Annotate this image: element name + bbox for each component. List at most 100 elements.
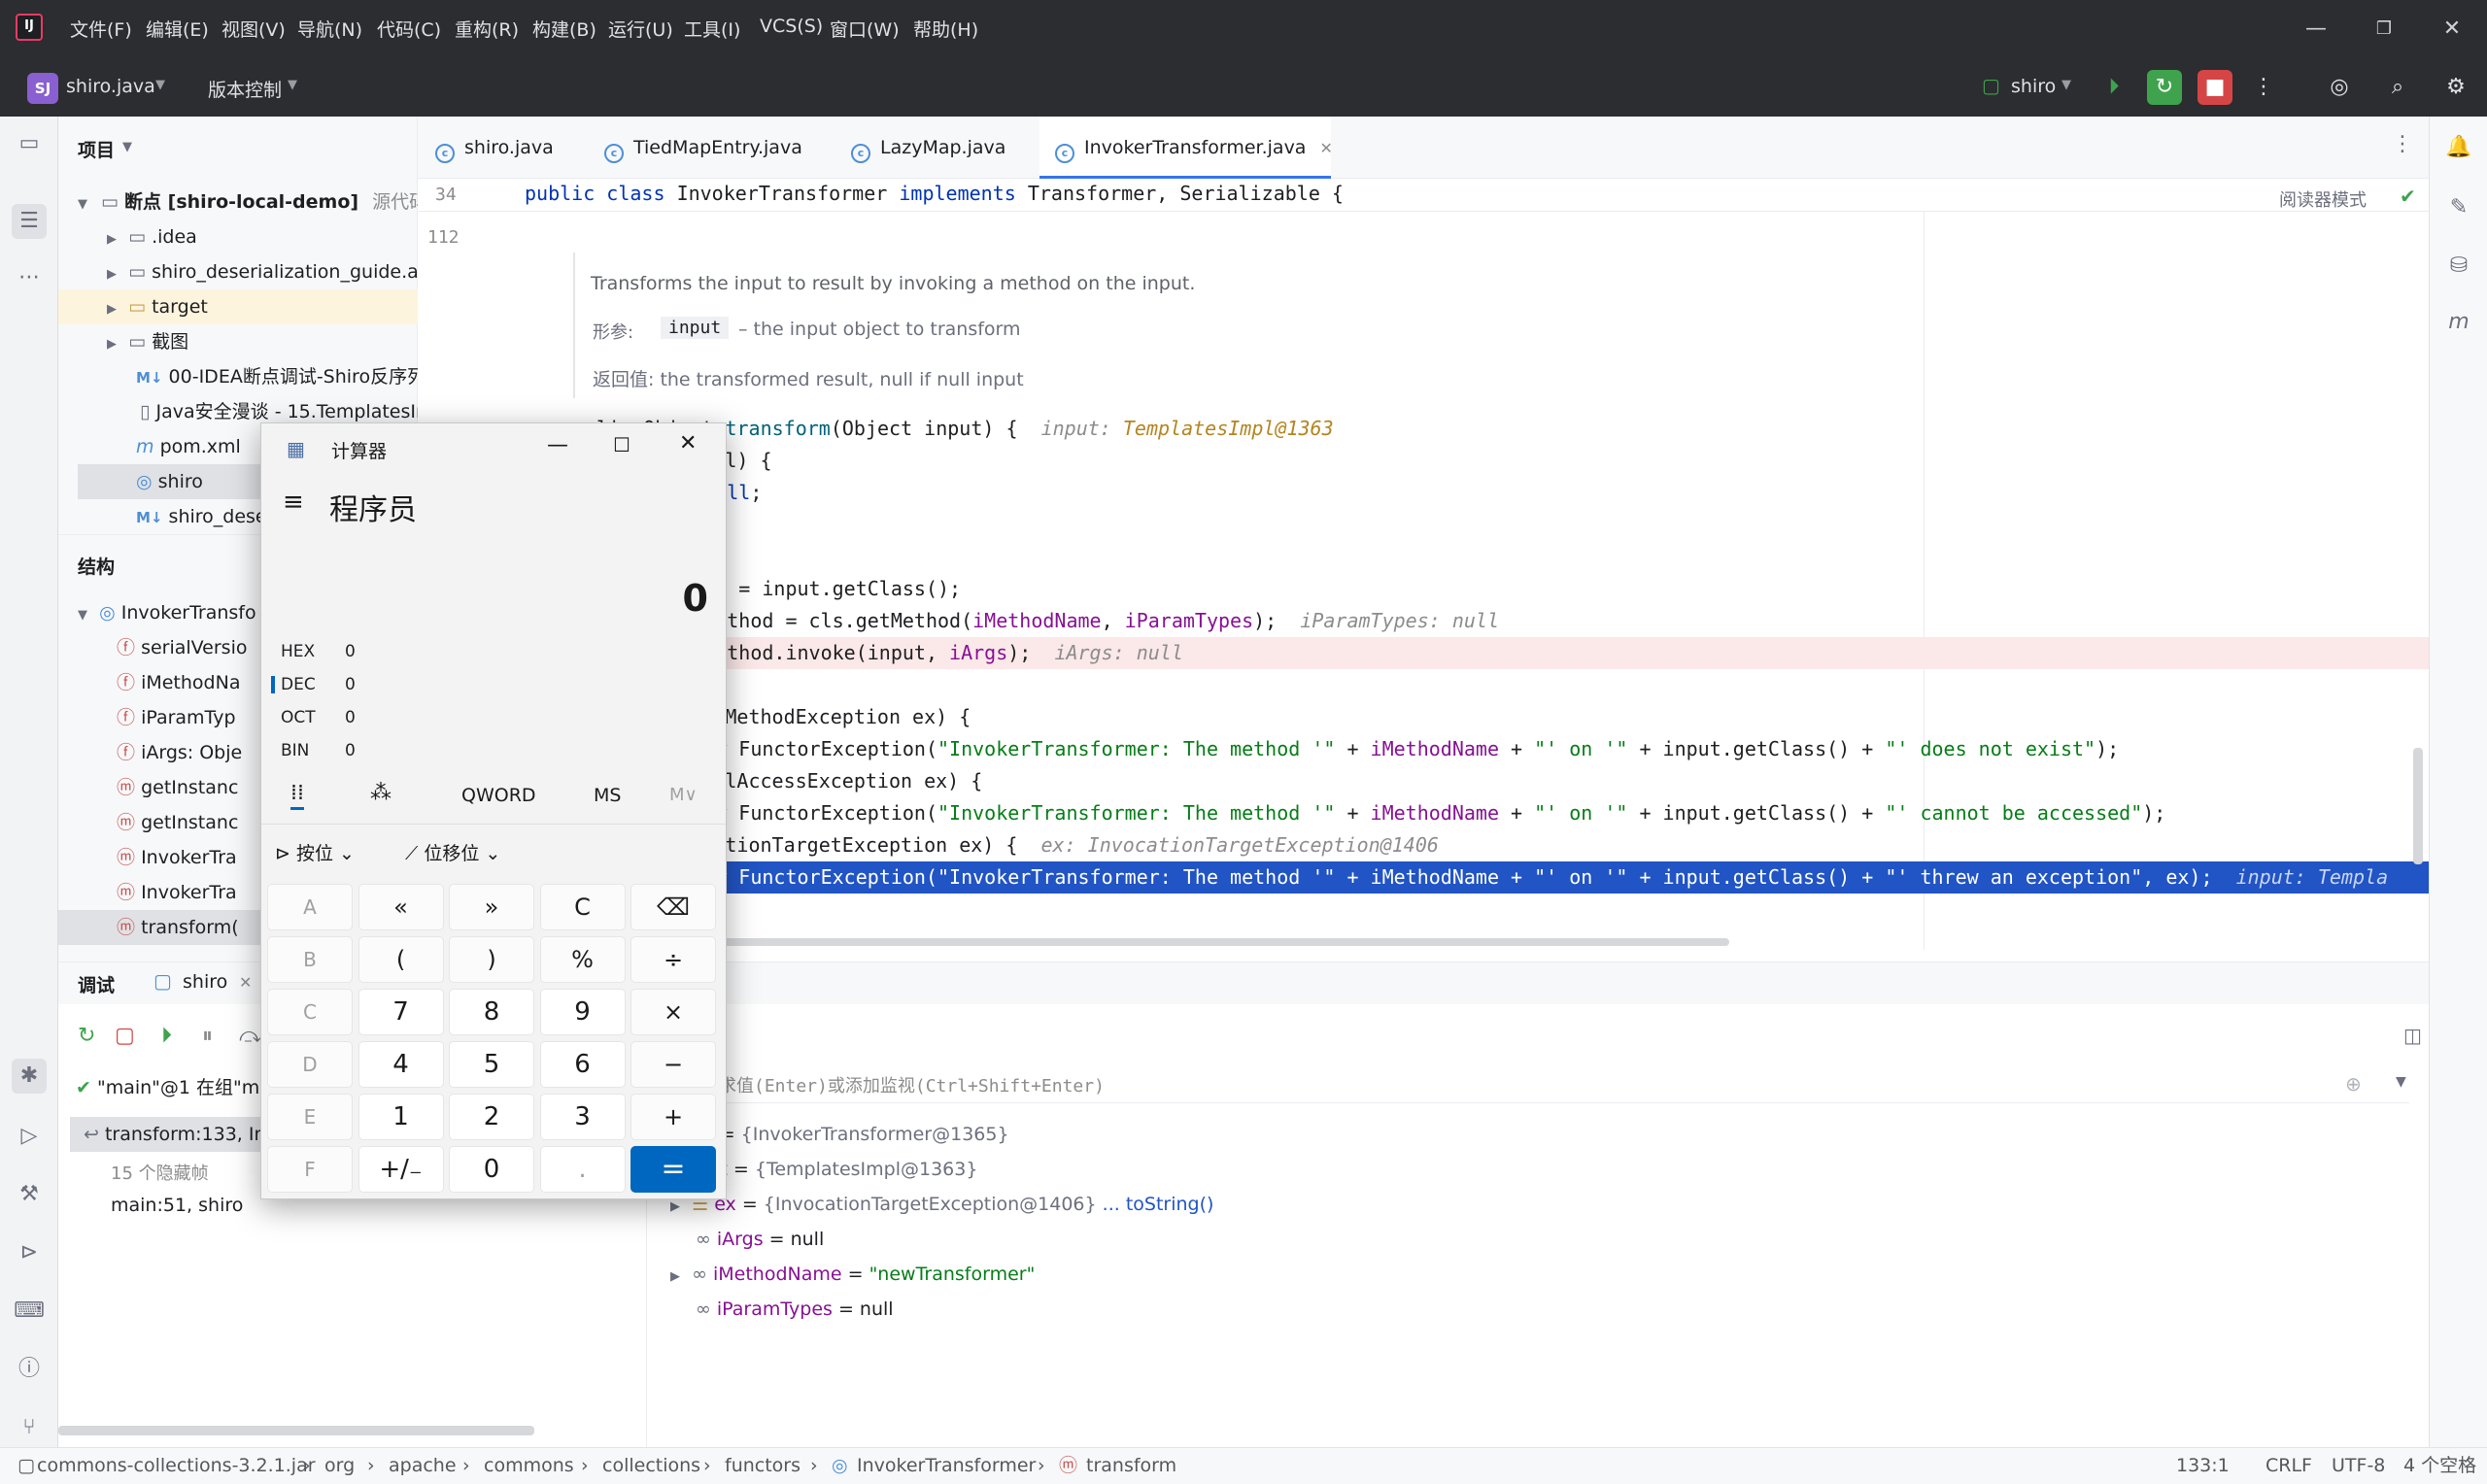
problems-icon[interactable]: ⓘ — [12, 1352, 47, 1387]
key-negate[interactable]: +/₋ — [358, 1146, 444, 1193]
breadcrumb-commons[interactable]: commons — [484, 1448, 574, 1483]
key-shift-left[interactable]: « — [358, 884, 444, 930]
restore-icon[interactable]: ❐ — [2355, 10, 2413, 49]
breadcrumb-jar[interactable]: commons-collections-3.2.1.jar — [37, 1448, 316, 1483]
structure-icon[interactable]: ☰ — [12, 204, 47, 239]
key-digit-9[interactable]: 9 — [539, 989, 626, 1035]
services-icon[interactable]: ⊳ — [12, 1235, 47, 1270]
key-percent[interactable]: % — [539, 936, 626, 983]
key-subtract[interactable]: − — [630, 1041, 716, 1088]
close-window-icon[interactable]: ✕ — [2423, 10, 2481, 49]
key-digit-8[interactable]: 8 — [449, 989, 534, 1035]
key-digit-5[interactable]: 5 — [449, 1041, 534, 1088]
folder-icon[interactable]: ▭ — [12, 126, 47, 161]
menu-help[interactable]: 帮助(H) — [913, 16, 978, 42]
key-hex-e[interactable]: E — [267, 1094, 353, 1140]
variable-row[interactable]: ▶ ☰ ex = {InvocationTargetException@1406… — [670, 1187, 1213, 1222]
frame-current[interactable]: ↩ transform:133, Inv — [70, 1117, 264, 1152]
minimize-icon[interactable]: — — [2287, 10, 2345, 49]
memory-dropdown-button[interactable]: M∨ — [669, 785, 698, 805]
layout-icon[interactable]: ◫ — [2403, 1024, 2422, 1047]
full-keypad-icon[interactable]: ⁞⁞ — [290, 781, 304, 810]
close-tab-icon[interactable]: ✕ — [239, 973, 252, 992]
key-hex-a[interactable]: A — [267, 884, 353, 930]
bitwise-dropdown[interactable]: ⊳ 按位 ⌄ — [275, 839, 355, 865]
key-hex-c[interactable]: C — [267, 989, 353, 1035]
more-actions-icon[interactable]: ⋮ — [2246, 70, 2281, 105]
menu-build[interactable]: 构建(B) — [532, 16, 596, 42]
menu-view[interactable]: 视图(V) — [221, 16, 286, 42]
horizontal-scrollbar[interactable] — [719, 938, 1729, 946]
tree-item-target[interactable]: ▶ ▭ target — [58, 289, 418, 324]
variable-row[interactable]: this = {InvokerTransformer@1365} — [680, 1117, 1009, 1152]
debug-bug-icon[interactable]: ✱ — [12, 1059, 47, 1094]
menu-tools[interactable]: 工具(I) — [684, 16, 740, 42]
settings-gear-icon[interactable]: ⚙ — [2438, 70, 2473, 105]
line-separator[interactable]: CRLF — [2266, 1448, 2312, 1483]
key-decimal[interactable]: . — [539, 1146, 626, 1193]
frames-scrollbar[interactable] — [58, 1426, 534, 1435]
frame-main[interactable]: main:51, shiro — [111, 1195, 243, 1216]
tree-item-markdown-1[interactable]: M↓ 00-IDEA断点调试-Shiro反序列化 — [136, 359, 418, 394]
key-digit-7[interactable]: 7 — [358, 989, 444, 1035]
key-close-paren[interactable]: ) — [449, 936, 534, 983]
hidden-frames-toggle[interactable]: 15 个隐藏帧 — [111, 1160, 209, 1185]
file-encoding[interactable]: UTF-8 — [2332, 1448, 2385, 1483]
stop-icon[interactable]: ■ — [2197, 70, 2232, 105]
tree-item-guide-assets[interactable]: ▶ ▭ shiro_deserialization_guide.as — [107, 254, 418, 289]
variable-row[interactable]: ▶ ∞ iMethodName = "newTransformer" — [670, 1257, 1035, 1292]
tree-item-idea[interactable]: ▶ ▭ .idea — [107, 219, 418, 254]
project-badge[interactable]: SJ — [27, 73, 58, 104]
more-tools-icon[interactable]: ⋯ — [12, 260, 47, 295]
breadcrumb-functors[interactable]: functors — [725, 1448, 801, 1483]
rerun-debug-icon[interactable]: ↻ — [2147, 70, 2182, 105]
project-name[interactable]: shiro.java — [66, 76, 155, 97]
tree-item-screenshots[interactable]: ▶ ▭ 截图 — [107, 324, 418, 359]
debug-session-tab[interactable]: shiro — [183, 971, 227, 993]
resume-icon[interactable]: ⏵ — [161, 1024, 172, 1048]
key-divide[interactable]: ÷ — [630, 936, 716, 983]
variable-row[interactable]: ∞ iParamTypes = null — [696, 1292, 894, 1327]
key-digit-6[interactable]: 6 — [539, 1041, 626, 1088]
to-string-link[interactable]: ... toString() — [1103, 1194, 1214, 1215]
caret-position[interactable]: 133:1 — [2176, 1448, 2230, 1483]
menu-refactor[interactable]: 重构(R) — [455, 16, 519, 42]
key-shift-right[interactable]: » — [449, 884, 534, 930]
indent-setting[interactable]: 4 个空格 — [2403, 1448, 2476, 1483]
menu-navigate[interactable]: 导航(N) — [297, 16, 362, 42]
ai-assistant-icon[interactable]: ◎ — [2322, 70, 2357, 105]
menu-edit[interactable]: 编辑(E) — [146, 16, 209, 42]
key-hex-f[interactable]: F — [267, 1146, 353, 1193]
tab-invokertransformer[interactable]: c InvokerTransformer.java ✕ — [1039, 117, 1333, 179]
breadcrumb-org[interactable]: org — [324, 1448, 355, 1483]
rerun-icon[interactable]: ↻ — [78, 1024, 95, 1048]
search-icon[interactable]: ⌕ — [2380, 70, 2415, 105]
key-backspace[interactable]: ⌫ — [630, 884, 716, 930]
key-open-paren[interactable]: ( — [358, 936, 444, 983]
bit-toggle-keypad-icon[interactable]: ⁂ — [370, 781, 392, 805]
pause-icon[interactable]: ⏸ — [202, 1024, 213, 1048]
add-watch-icon[interactable]: ⊕ — [2345, 1072, 2362, 1096]
key-equals[interactable]: = — [630, 1146, 716, 1193]
notifications-bell-icon[interactable]: 🔔 — [2441, 130, 2476, 165]
key-hex-b[interactable]: B — [267, 936, 353, 983]
chevron-down-icon[interactable]: ▼ — [2396, 1074, 2406, 1090]
menu-vcs[interactable]: VCS(S) — [760, 16, 823, 37]
maximize-icon[interactable]: ☐ — [613, 433, 630, 456]
tab-options-icon[interactable]: ⋮ — [2392, 132, 2413, 156]
database-icon[interactable]: ⛁ — [2441, 249, 2476, 284]
vcs-widget[interactable]: 版本控制 — [208, 76, 282, 102]
menu-run[interactable]: 运行(U) — [608, 16, 673, 42]
run-config-selector[interactable]: shiro — [2011, 76, 2056, 97]
ai-chat-icon[interactable]: ✎ — [2441, 190, 2476, 225]
dec-row[interactable]: DEC 0 — [271, 668, 356, 701]
project-panel-title[interactable]: 项目 — [78, 136, 115, 162]
reader-mode-toggle[interactable]: 阅读器模式 — [2279, 186, 2367, 212]
menu-code[interactable]: 代码(C) — [377, 16, 441, 42]
oct-row[interactable]: OCT 0 — [281, 701, 356, 734]
minimize-icon[interactable]: — — [547, 433, 568, 457]
key-multiply[interactable]: × — [630, 989, 716, 1035]
menu-file[interactable]: 文件(F) — [70, 16, 132, 42]
tab-shiro-java[interactable]: c shiro.java — [435, 117, 554, 179]
evaluate-expression-input[interactable]: 求值(Enter)或添加监视(Ctrl+Shift+Enter) — [661, 1070, 2409, 1103]
